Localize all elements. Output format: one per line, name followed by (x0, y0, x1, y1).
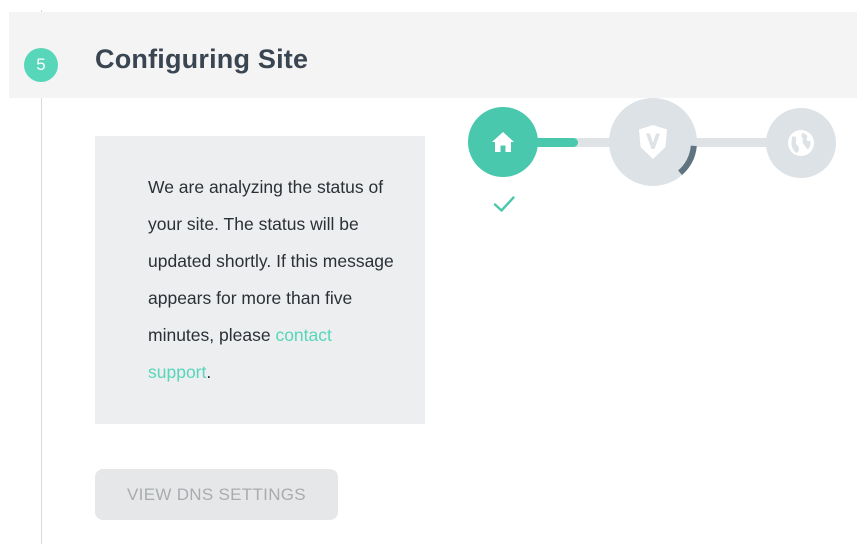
globe-icon (788, 130, 814, 156)
stage-home (468, 107, 538, 177)
status-message-text: We are analyzing the status of your site… (148, 177, 394, 345)
connector-shield-globe (693, 138, 771, 147)
connector-home-shield (534, 138, 614, 147)
configure-site-page: 5 Configuring Site We are analyzing the … (0, 0, 857, 544)
status-message: We are analyzing the status of your site… (148, 169, 398, 391)
stage-progress-ring (678, 145, 697, 176)
view-dns-settings-button[interactable]: VIEW DNS SETTINGS (95, 469, 338, 520)
check-icon (493, 196, 515, 212)
stage-live (766, 108, 836, 178)
status-info-panel: We are analyzing the status of your site… (95, 136, 425, 424)
home-icon (492, 132, 514, 152)
status-message-end: . (206, 362, 212, 382)
stage-security (609, 98, 697, 186)
connector-fill (534, 138, 578, 147)
